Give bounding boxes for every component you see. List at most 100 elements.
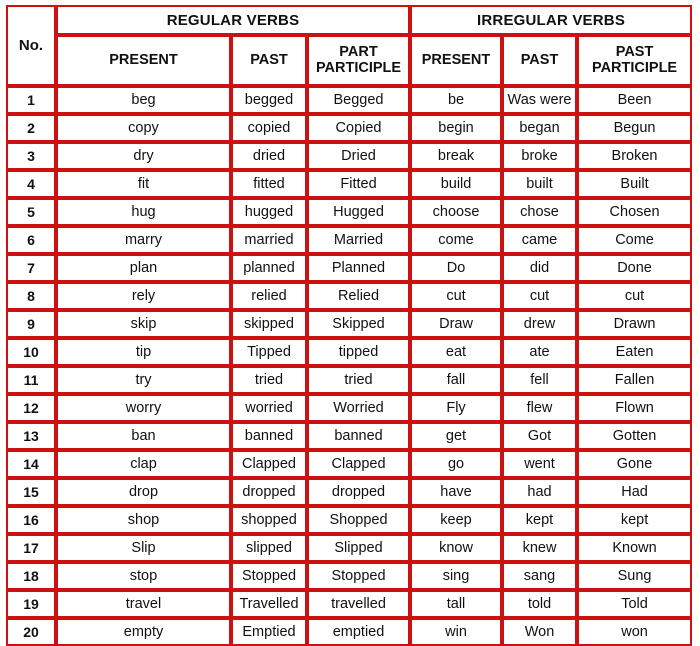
cell-regular-participle: Clapped [307, 450, 411, 478]
cell-irregular-present: know [410, 534, 503, 562]
cell-irregular-present: go [410, 450, 503, 478]
header-line-1: PAST [615, 44, 654, 61]
cell-regular-present: try [56, 366, 231, 394]
cell-irregular-present: sing [410, 562, 503, 590]
group-header-irregular-verbs: IRREGULAR VERBS [410, 5, 693, 35]
cell-no: 8 [6, 282, 56, 310]
cell-no: 20 [6, 618, 56, 646]
cell-irregular-past: kept [502, 506, 578, 534]
cell-regular-past: Clapped [231, 450, 307, 478]
cell-regular-past: copied [231, 114, 307, 142]
cell-irregular-past: had [502, 478, 578, 506]
table-row: 14 clap Clapped Clapped go went Gone [6, 450, 693, 478]
cell-regular-past: skipped [231, 310, 307, 338]
cell-irregular-past: broke [502, 142, 578, 170]
cell-irregular-past: went [502, 450, 578, 478]
cell-irregular-participle: Sung [577, 562, 693, 590]
cell-regular-past: Stopped [231, 562, 307, 590]
cell-no: 10 [6, 338, 56, 366]
column-header-regular-present: PRESENT [56, 35, 231, 86]
cell-irregular-past: Was were [502, 86, 578, 114]
cell-no: 6 [6, 226, 56, 254]
cell-regular-present: plan [56, 254, 231, 282]
header-line-2: PARTICIPLE [591, 59, 678, 76]
cell-regular-past: slipped [231, 534, 307, 562]
cell-regular-participle: emptied [307, 618, 411, 646]
header-line-1: PRESENT [109, 51, 178, 68]
cell-no: 14 [6, 450, 56, 478]
column-header-regular-past: PAST [231, 35, 307, 86]
cell-no: 12 [6, 394, 56, 422]
cell-irregular-present: eat [410, 338, 503, 366]
cell-irregular-participle: Told [577, 590, 693, 618]
cell-no: 2 [6, 114, 56, 142]
cell-irregular-present: keep [410, 506, 503, 534]
cell-irregular-participle: Had [577, 478, 693, 506]
cell-irregular-past: chose [502, 198, 578, 226]
cell-irregular-participle: Been [577, 86, 693, 114]
cell-irregular-present: Do [410, 254, 503, 282]
cell-regular-past: dried [231, 142, 307, 170]
sub-header-row: PRESENT PAST PART PARTICIPLE PRESENT PAS… [6, 35, 693, 86]
cell-regular-past: fitted [231, 170, 307, 198]
header-line-1: PRESENT [421, 51, 491, 68]
table-row: 11 try tried tried fall fell Fallen [6, 366, 693, 394]
cell-no: 3 [6, 142, 56, 170]
cell-irregular-participle: kept [577, 506, 693, 534]
cell-irregular-present: get [410, 422, 503, 450]
cell-regular-past: shopped [231, 506, 307, 534]
cell-irregular-participle: Chosen [577, 198, 693, 226]
cell-regular-participle: Skipped [307, 310, 411, 338]
cell-irregular-past: told [502, 590, 578, 618]
cell-regular-participle: Married [307, 226, 411, 254]
cell-regular-present: ban [56, 422, 231, 450]
cell-regular-past: Emptied [231, 618, 307, 646]
cell-regular-present: drop [56, 478, 231, 506]
cell-regular-participle: Shopped [307, 506, 411, 534]
table-row: 16 shop shopped Shopped keep kept kept [6, 506, 693, 534]
cell-irregular-participle: Done [577, 254, 693, 282]
cell-irregular-participle: Come [577, 226, 693, 254]
table-row: 8 rely relied Relied cut cut cut [6, 282, 693, 310]
table-row: 10 tip Tipped tipped eat ate Eaten [6, 338, 693, 366]
cell-regular-present: skip [56, 310, 231, 338]
header-line-1: PAST [250, 51, 288, 68]
cell-regular-present: marry [56, 226, 231, 254]
cell-regular-participle: Begged [307, 86, 411, 114]
column-header-irregular-past: PAST [502, 35, 578, 86]
cell-irregular-present: win [410, 618, 503, 646]
cell-no: 17 [6, 534, 56, 562]
cell-irregular-past: cut [502, 282, 578, 310]
cell-regular-present: copy [56, 114, 231, 142]
cell-irregular-participle: won [577, 618, 693, 646]
table-row: 12 worry worried Worried Fly flew Flown [6, 394, 693, 422]
table-row: 5 hug hugged Hugged choose chose Chosen [6, 198, 693, 226]
cell-irregular-present: have [410, 478, 503, 506]
cell-irregular-past: built [502, 170, 578, 198]
cell-irregular-present: tall [410, 590, 503, 618]
cell-no: 7 [6, 254, 56, 282]
cell-no: 5 [6, 198, 56, 226]
cell-no: 16 [6, 506, 56, 534]
table-row: 6 marry married Married come came Come [6, 226, 693, 254]
column-header-irregular-present: PRESENT [410, 35, 503, 86]
verb-table-container: No. REGULAR VERBS IRREGULAR VERBS PRESEN… [0, 0, 700, 646]
cell-regular-present: clap [56, 450, 231, 478]
cell-regular-present: worry [56, 394, 231, 422]
cell-regular-participle: Copied [307, 114, 411, 142]
table-header: No. REGULAR VERBS IRREGULAR VERBS PRESEN… [6, 5, 693, 86]
cell-regular-present: fit [56, 170, 231, 198]
cell-irregular-present: choose [410, 198, 503, 226]
cell-regular-present: hug [56, 198, 231, 226]
cell-irregular-present: fall [410, 366, 503, 394]
header-line-2: PARTICIPLE [315, 59, 402, 76]
cell-regular-present: shop [56, 506, 231, 534]
cell-irregular-present: come [410, 226, 503, 254]
cell-regular-participle: Worried [307, 394, 411, 422]
cell-regular-past: Tipped [231, 338, 307, 366]
cell-regular-participle: banned [307, 422, 411, 450]
table-body: 1 beg begged Begged be Was were Been 2 copy copie… [6, 86, 693, 646]
cell-irregular-past: came [502, 226, 578, 254]
cell-regular-past: hugged [231, 198, 307, 226]
cell-regular-present: travel [56, 590, 231, 618]
